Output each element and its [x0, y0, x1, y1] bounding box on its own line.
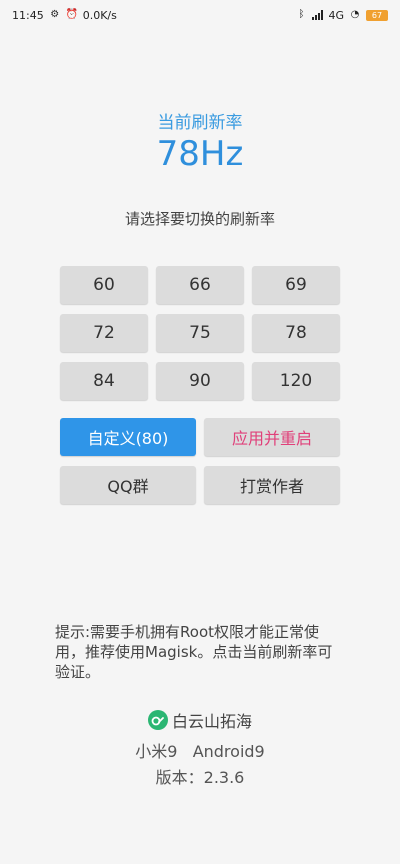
- action-row-primary: 自定义(80) 应用并重启: [60, 418, 340, 456]
- select-rate-prompt: 请选择要切换的刷新率: [124, 210, 275, 228]
- rate-button-72[interactable]: 72: [60, 314, 148, 352]
- rate-options-grid: 60 66 69 72 75 78 84 90 120: [60, 266, 340, 400]
- wifi-icon: ◔: [350, 9, 360, 20]
- current-rate-value[interactable]: 78Hz: [0, 134, 400, 174]
- root-hint-text: 提示:需要手机拥有Root权限才能正常使用，推荐使用Magisk。点击当前刷新率…: [55, 623, 333, 681]
- network-type: 4G: [328, 8, 344, 22]
- bluetooth-icon: ᛒ: [298, 9, 305, 20]
- rate-button-120[interactable]: 120: [252, 362, 340, 400]
- signal-strength-icon: [312, 10, 324, 20]
- apply-and-reboot-button[interactable]: 应用并重启: [204, 418, 340, 456]
- rate-button-69[interactable]: 69: [252, 266, 340, 304]
- status-bar: 11:45 ⚙ ⏰ 0.0K/s ᛒ 4G ◔ 67: [0, 0, 400, 30]
- alarm-notification-icon: ⏰: [65, 9, 79, 20]
- rate-button-84[interactable]: 84: [60, 362, 148, 400]
- qq-group-button[interactable]: QQ群: [60, 466, 196, 504]
- current-rate-title[interactable]: 当前刷新率: [0, 108, 400, 133]
- status-bar-right: ᛒ 4G ◔ 67: [295, 9, 388, 22]
- app-screen: 11:45 ⚙ ⏰ 0.0K/s ᛒ 4G ◔ 67 当前刷新率 78Hz 请选…: [0, 0, 400, 864]
- battery-icon: 67: [366, 9, 388, 21]
- custom-rate-button[interactable]: 自定义(80): [60, 418, 196, 456]
- author-logo-icon: [147, 710, 168, 730]
- status-bar-left: 11:45 ⚙ ⏰ 0.0K/s: [12, 9, 117, 22]
- author-name: 白云山拓海: [171, 712, 252, 731]
- donate-author-button[interactable]: 打赏作者: [204, 466, 340, 504]
- rate-button-66[interactable]: 66: [156, 266, 244, 304]
- action-row-secondary: QQ群 打赏作者: [60, 466, 340, 504]
- rate-button-90[interactable]: 90: [156, 362, 244, 400]
- rate-button-60[interactable]: 60: [60, 266, 148, 304]
- app-version: 版本：2.3.6: [155, 768, 245, 787]
- rate-button-78[interactable]: 78: [252, 314, 340, 352]
- settings-notification-icon: ⚙: [50, 9, 60, 20]
- rate-button-75[interactable]: 75: [156, 314, 244, 352]
- network-speed: 0.0K/s: [82, 8, 117, 22]
- device-info: 小米9 Android9: [135, 742, 265, 761]
- status-time: 11:45: [12, 8, 44, 22]
- author-brand: 白云山拓海: [0, 708, 400, 732]
